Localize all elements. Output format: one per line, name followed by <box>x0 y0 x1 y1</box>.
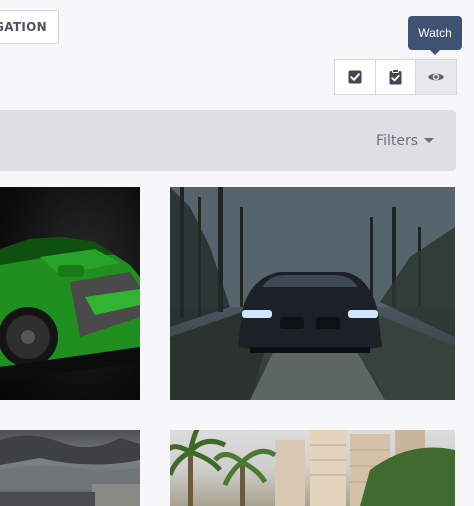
gallery-image-green-car[interactable] <box>0 187 140 400</box>
clipboard-button[interactable] <box>376 60 417 94</box>
filters-label: Filters <box>376 132 418 149</box>
watch-button[interactable] <box>416 60 457 94</box>
navigation-button[interactable]: IGATION <box>0 10 59 44</box>
filters-dropdown[interactable]: Filters <box>376 110 434 171</box>
eye-icon <box>428 73 445 81</box>
check-button[interactable] <box>335 60 376 94</box>
gallery-image-palm-trees[interactable] <box>170 430 455 506</box>
caret-down-icon <box>424 138 434 143</box>
navigation-button-label: IGATION <box>0 20 47 34</box>
view-button-group <box>334 59 457 95</box>
tooltip-text: Watch <box>418 26 452 40</box>
check-square-icon <box>348 70 362 84</box>
tooltip-arrow <box>430 50 440 55</box>
clipboard-check-icon <box>389 69 402 85</box>
filter-bar: Filters <box>0 110 456 171</box>
gallery-image-dark-car[interactable] <box>170 187 455 400</box>
watch-tooltip: Watch <box>408 16 462 55</box>
gallery-image-storm-sky[interactable] <box>0 430 140 506</box>
